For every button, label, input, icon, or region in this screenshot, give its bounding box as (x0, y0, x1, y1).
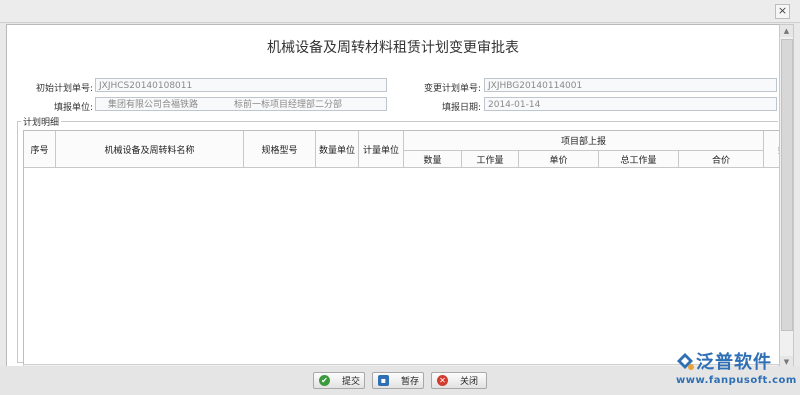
scroll-up-icon[interactable]: ▲ (780, 25, 793, 37)
reporting-date-label: 填报日期: (441, 103, 481, 113)
initial-plan-no-field[interactable]: JXJHCS20140108011 (95, 78, 387, 92)
close-button-label: 关闭 (460, 377, 479, 387)
col-header-measure-unit[interactable]: 计量单位 (359, 131, 404, 168)
col-header-unit-price[interactable]: 单价 (519, 151, 599, 168)
col-header-workload[interactable]: 工作量 (462, 151, 519, 168)
reporting-unit-field[interactable]: 集团有限公司合福铁路 标前一标项目经理部二分部 (95, 97, 387, 111)
close-window-icon[interactable]: × (775, 4, 790, 19)
close-button[interactable]: ✕ 关闭 (431, 372, 487, 389)
col-header-name[interactable]: 机械设备及周转料名称 (56, 131, 244, 168)
change-plan-no-field[interactable]: JXJHBG20140114001 (484, 78, 777, 92)
col-group-project-report: 项目部上报 (404, 131, 764, 151)
brand-url: www.fanpusoft.com (676, 375, 797, 386)
close-circle-icon: ✕ (437, 375, 448, 386)
col-header-spec[interactable]: 规格型号 (244, 131, 316, 168)
col-header-cut[interactable]: 数 (764, 131, 779, 168)
plan-detail-table: 序号 机械设备及周转料名称 规格型号 数量单位 计量单位 项目部上报 数量 工作… (23, 130, 779, 365)
vertical-scrollbar[interactable]: ▲ ▼ (779, 24, 794, 369)
col-header-total-price[interactable]: 合价 (679, 151, 764, 168)
initial-plan-no-label: 初始计划单号: (35, 84, 93, 94)
reporting-date-field[interactable]: 2014-01-14 (484, 97, 777, 111)
brand-logo: 泛普软件 www.fanpusoft.com (672, 348, 798, 392)
check-icon: ✔ (319, 375, 330, 386)
col-header-qty-unit[interactable]: 数量单位 (316, 131, 359, 168)
submit-button-label: 提交 (342, 377, 361, 387)
floppy-disk-icon: ▪ (378, 375, 389, 386)
col-header-total-workload[interactable]: 总工作量 (599, 151, 679, 168)
save-draft-button[interactable]: ▪ 暂存 (372, 372, 424, 389)
window-titlebar: × (0, 0, 800, 23)
page-title: 机械设备及周转材料租赁计划变更审批表 (267, 40, 519, 56)
col-header-quantity[interactable]: 数量 (404, 151, 462, 168)
submit-button[interactable]: ✔ 提交 (313, 372, 365, 389)
change-plan-no-label: 变更计划单号: (423, 84, 481, 94)
brand-name: 泛普软件 (696, 352, 772, 373)
scrollbar-thumb[interactable] (781, 39, 793, 331)
brand-mark-icon (677, 353, 694, 370)
save-draft-button-label: 暂存 (401, 377, 420, 387)
reporting-unit-label: 填报单位: (53, 103, 93, 113)
col-header-seq[interactable]: 序号 (24, 131, 56, 168)
form-panel: 机械设备及周转材料租赁计划变更审批表 初始计划单号: JXJHCS2014010… (6, 24, 780, 367)
plan-detail-legend: 计划明细 (21, 115, 62, 128)
